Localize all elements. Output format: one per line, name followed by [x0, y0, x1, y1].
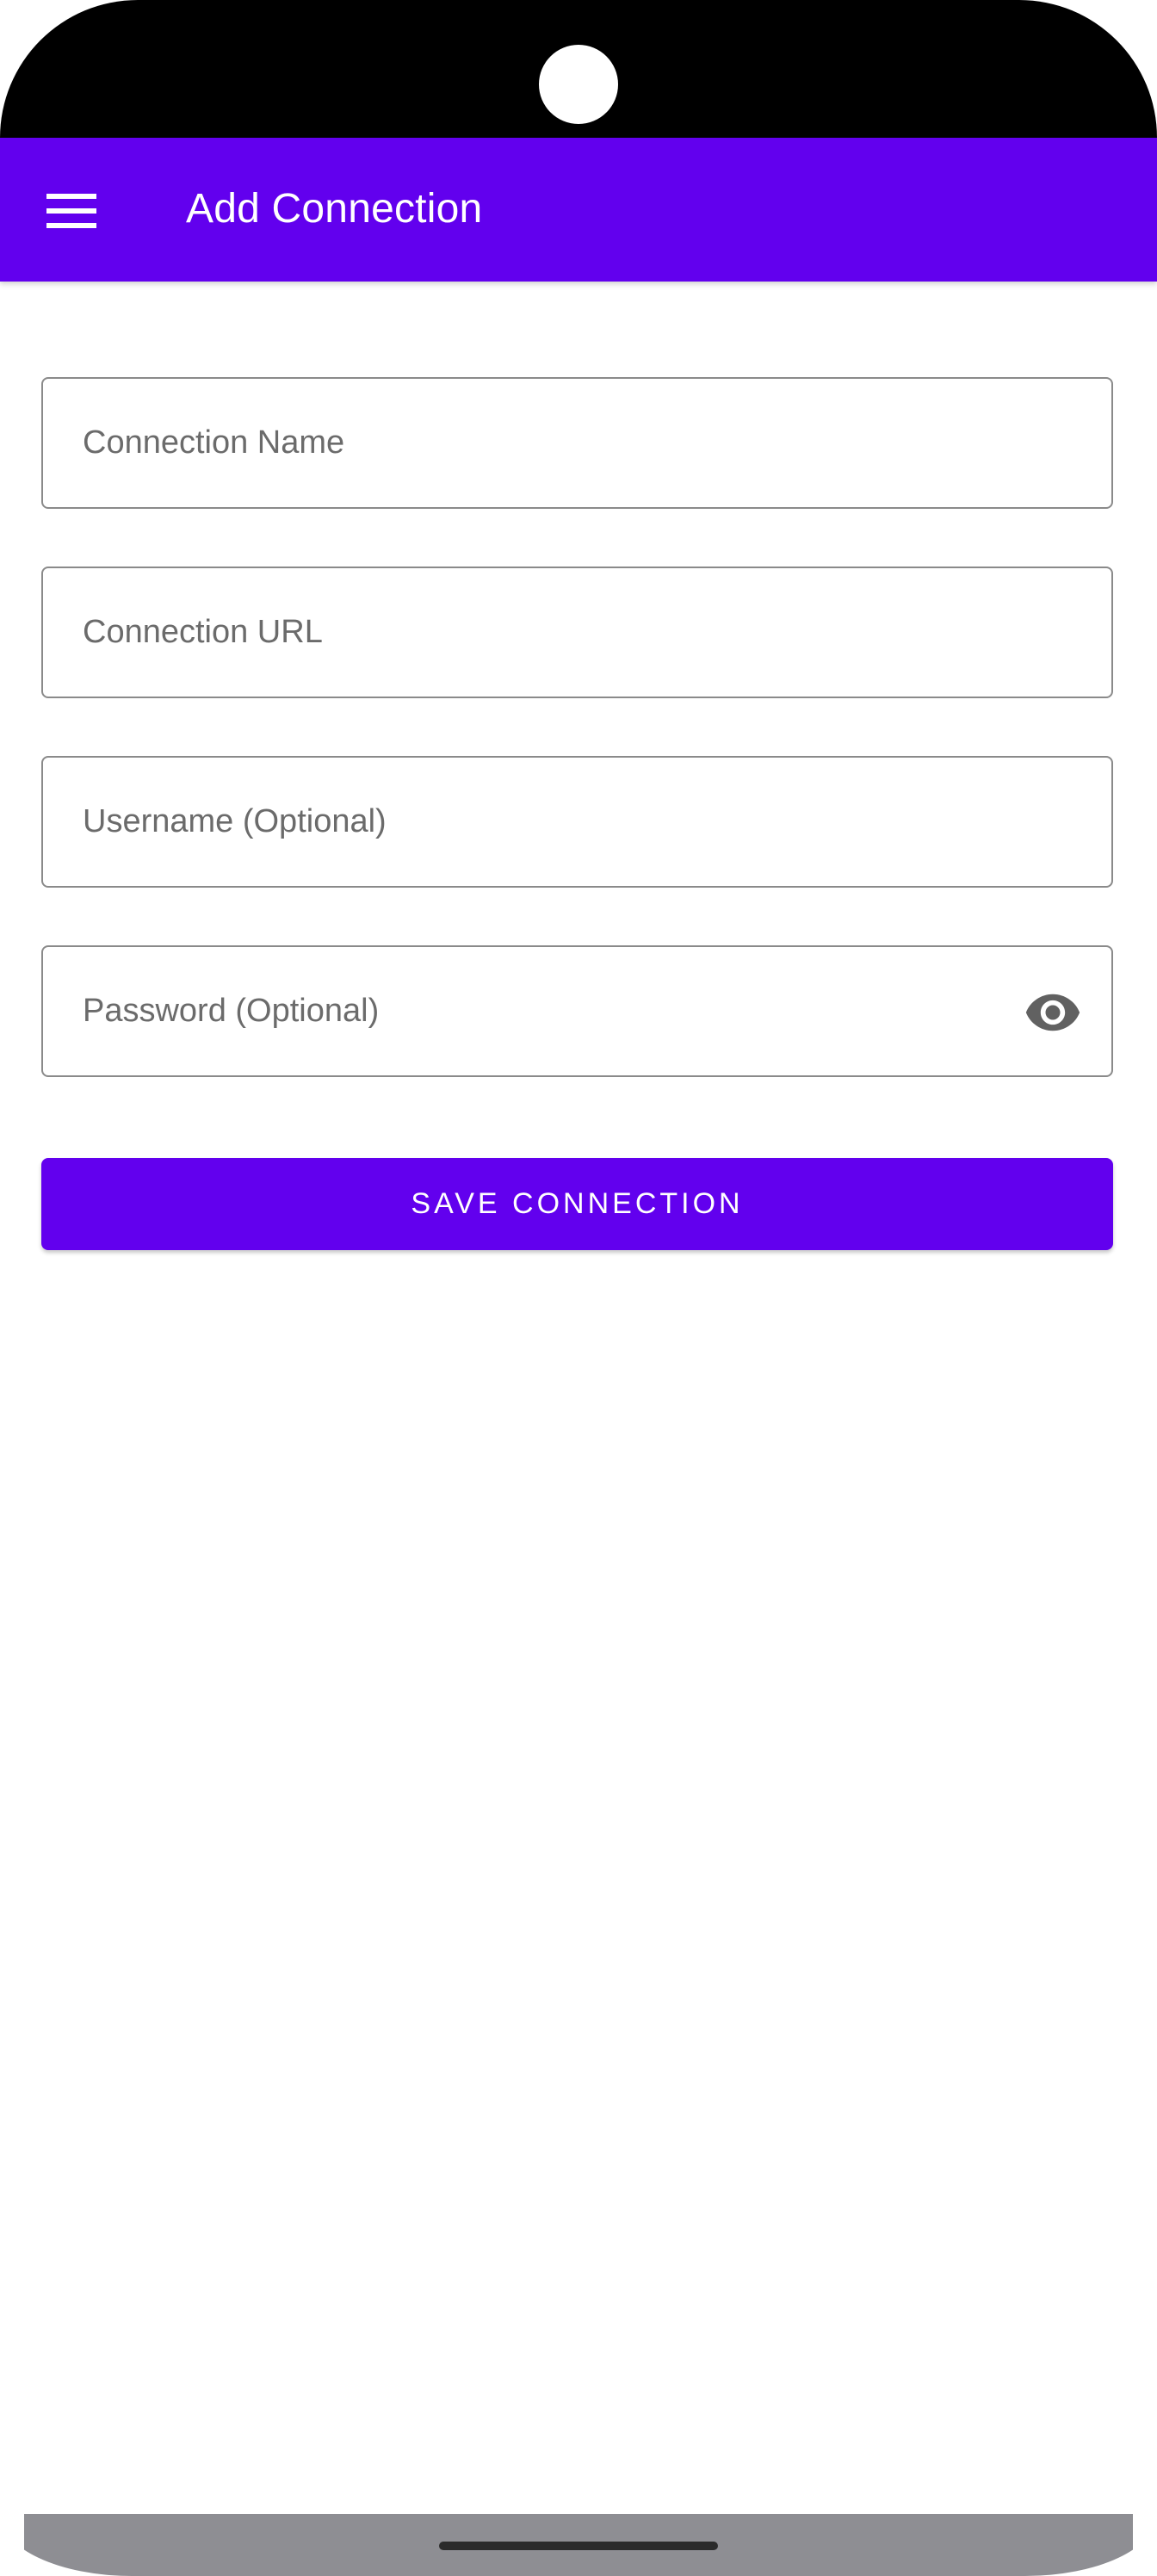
username-input[interactable] [83, 758, 1047, 886]
username-field[interactable] [41, 756, 1113, 888]
hamburger-menu-icon [46, 192, 96, 230]
app-bar: Add Connection [0, 138, 1157, 282]
home-indicator[interactable] [439, 2542, 718, 2550]
device-screen: Add Connection SAVE CONNECTION [0, 0, 1157, 2576]
save-connection-button[interactable]: SAVE CONNECTION [41, 1158, 1113, 1250]
page-title: Add Connection [186, 186, 483, 232]
status-bar [0, 0, 1157, 138]
password-input[interactable] [83, 947, 1012, 1075]
eye-icon [1025, 994, 1080, 1031]
password-field[interactable] [41, 945, 1113, 1077]
connection-name-field[interactable] [41, 377, 1113, 509]
connection-name-input[interactable] [83, 379, 1047, 507]
password-visibility-toggle[interactable] [1022, 981, 1084, 1043]
connection-url-input[interactable] [83, 568, 1047, 697]
front-camera-cutout [539, 45, 618, 124]
connection-url-field[interactable] [41, 567, 1113, 698]
menu-button[interactable] [33, 172, 110, 250]
